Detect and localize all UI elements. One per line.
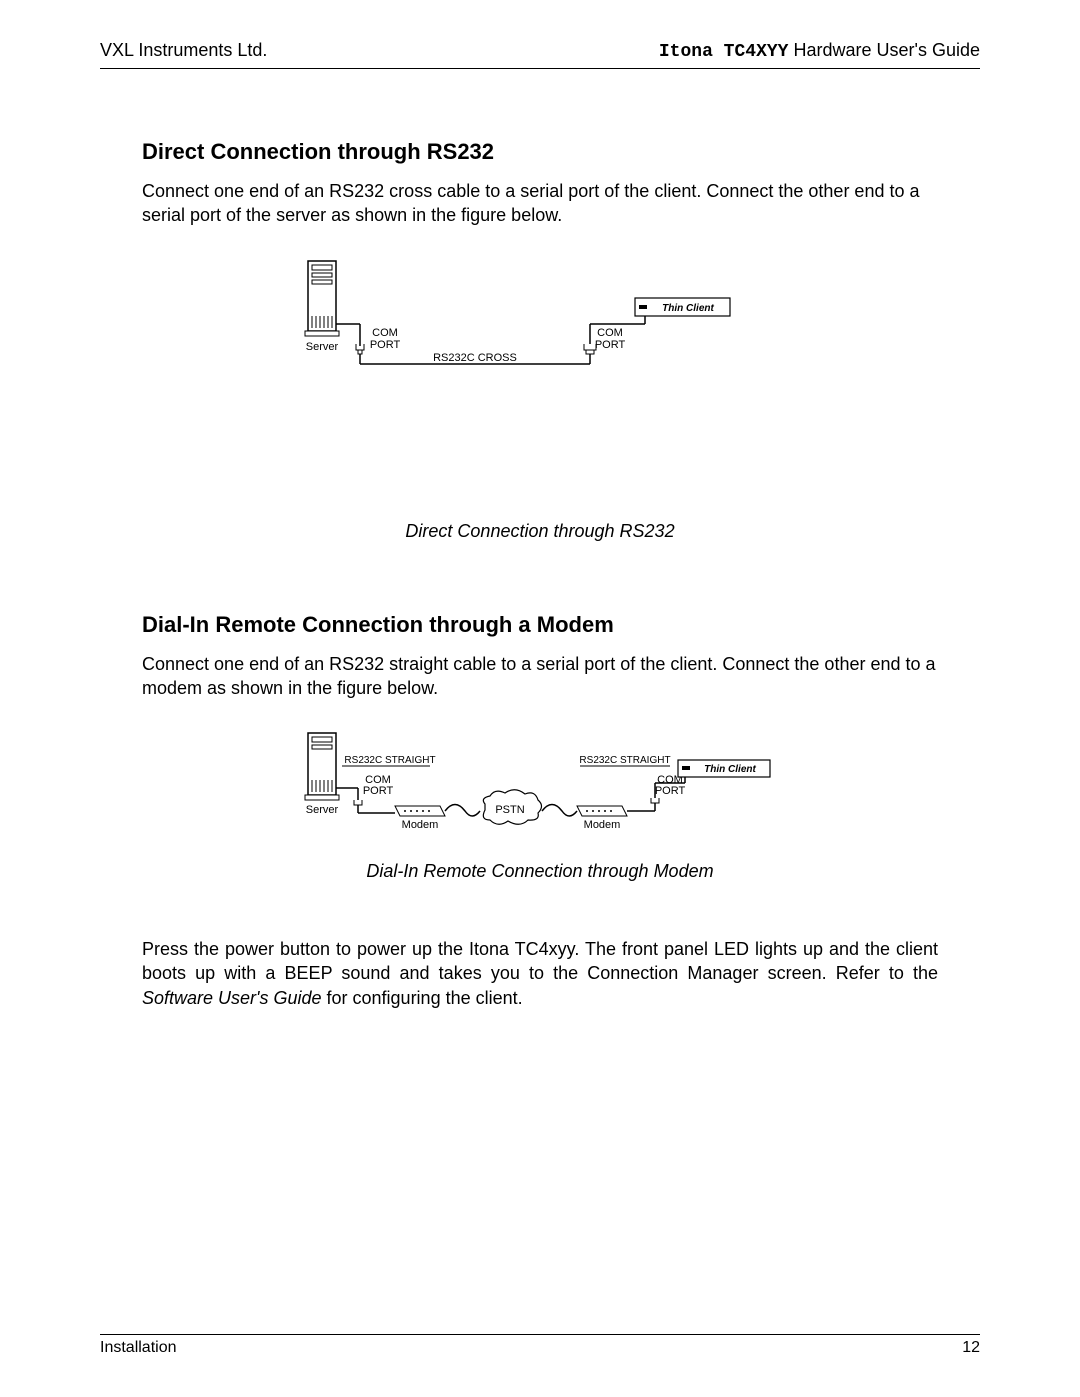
page-footer: Installation 12 [100,1334,980,1357]
section2-heading: Dial-In Remote Connection through a Mode… [142,612,938,638]
figure1-caption: Direct Connection through RS232 [142,521,938,542]
fig2-thin-client-label: Thin Client [704,764,756,775]
fig2-cable2: RS232C STRAIGHT [579,755,670,766]
header-guide: Hardware User's Guide [788,40,980,60]
power-text-2: for configuring the client. [322,988,523,1008]
power-text-italic: Software User's Guide [142,988,322,1008]
thin-client-icon: Thin Client [635,298,730,316]
footer-section: Installation [100,1339,177,1357]
figure2-caption: Dial-In Remote Connection through Modem [142,861,938,882]
power-paragraph: Press the power button to power up the I… [142,937,938,1010]
fig2-server-label: Server [306,804,339,816]
modem-dialin-diagram-icon: Server RS232C STRAIGHT COM PORT [290,728,790,848]
fig2-modem1-label: Modem [402,819,439,831]
fig2-cable1: RS232C STRAIGHT [344,755,435,766]
fig2-modem2-label: Modem [584,819,621,831]
figure1: Server COM PORT RS232C CROSS COM [142,256,938,411]
header-doc-title: Itona TC4XYY Hardware User's Guide [659,40,980,62]
fig2-port1: PORT [363,785,394,797]
fig1-com2: COM [597,327,623,339]
fig2-port2: PORT [655,785,686,797]
pstn-cloud-icon: PSTN [483,790,541,825]
fig1-cable-label: RS232C CROSS [433,352,517,364]
footer-page-number: 12 [962,1339,980,1357]
figure2: Server RS232C STRAIGHT COM PORT [142,728,938,853]
section1-heading: Direct Connection through RS232 [142,139,938,165]
power-text-1: Press the power button to power up the I… [142,939,938,983]
thin-client-icon-2: Thin Client [678,760,770,777]
section1-paragraph: Connect one end of an RS232 cross cable … [142,179,938,228]
fig2-pstn-label: PSTN [495,804,524,816]
section2-paragraph: Connect one end of an RS232 straight cab… [142,652,938,701]
server-icon-2 [305,733,339,800]
header-company: VXL Instruments Ltd. [100,40,267,62]
modem-icon-1 [395,806,445,816]
fig1-port2: PORT [595,339,626,351]
fig1-thin-client-label: Thin Client [662,303,714,314]
rs232-direct-diagram-icon: Server COM PORT RS232C CROSS COM [290,256,790,406]
server-icon [305,261,339,336]
header-product: Itona TC4XYY [659,42,789,62]
modem-icon-2 [577,806,627,816]
fig1-port1: PORT [370,339,401,351]
fig1-com1: COM [372,327,398,339]
content-area: Direct Connection through RS232 Connect … [100,139,980,1010]
page-header: VXL Instruments Ltd. Itona TC4XYY Hardwa… [100,40,980,69]
fig1-server-label: Server [306,341,339,353]
page: VXL Instruments Ltd. Itona TC4XYY Hardwa… [0,0,1080,1397]
